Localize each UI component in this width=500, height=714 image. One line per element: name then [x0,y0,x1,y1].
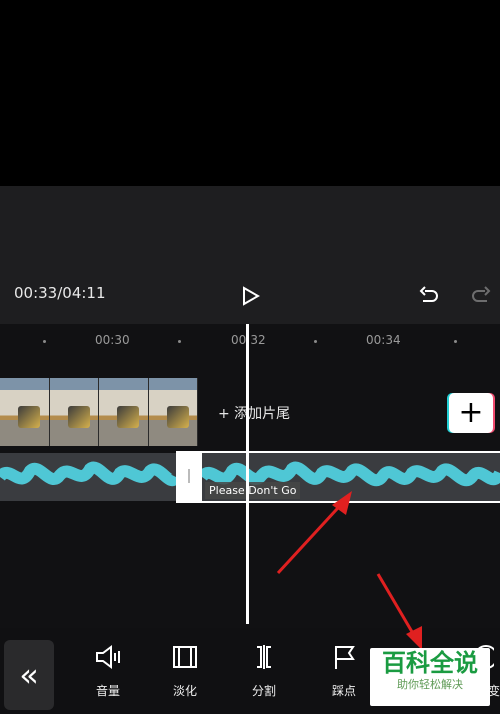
fade-icon [173,646,197,668]
beat-icon [335,646,355,669]
back-button[interactable]: « [4,640,54,710]
playhead[interactable] [246,324,249,624]
video-thumbnail [148,378,198,446]
tool-fade[interactable]: 淡化 [155,642,215,699]
ruler-label: 00:34 [366,333,401,347]
video-thumbnail [99,378,149,446]
watermark-subtitle: 助你轻松解决 [397,678,463,691]
tool-volume[interactable]: 音量 [78,642,138,699]
playback-controls: 00:33/04:11 [0,186,500,324]
tool-label: 踩点 [331,684,356,698]
video-preview[interactable] [0,0,500,186]
red-arrow-icon [276,491,352,575]
video-thumbnail [0,378,50,446]
tool-label: 音量 [95,684,120,698]
ruler-label: 00:30 [95,333,130,347]
red-arrow-icon [376,573,422,650]
undo-icon[interactable] [416,284,440,308]
ruler-dot [43,340,46,343]
video-clip[interactable] [0,378,198,446]
play-icon[interactable] [238,284,262,308]
trim-handle[interactable] [176,451,202,503]
redo-icon[interactable] [470,284,494,308]
watermark-logo: 百科全说 助你轻松解决 [370,648,490,706]
ruler-dot [178,340,181,343]
video-thumbnail [49,378,99,446]
ruler-dot [314,340,317,343]
tool-beat[interactable]: 踩点 [314,642,374,699]
watermark-title: 百科全说 [382,649,478,677]
volume-icon [96,645,120,669]
tool-label: 淡化 [172,684,197,698]
timecode: 00:33/04:11 [14,284,106,302]
tool-label: 分割 [251,684,276,698]
split-icon [257,645,271,669]
add-clip-button[interactable]: + [449,393,493,433]
time-ruler: 00:30 00:32 00:34 [0,324,500,354]
add-ending-button[interactable]: + 添加片尾 [218,403,290,423]
ruler-dot [454,340,457,343]
tool-split[interactable]: 分割 [234,642,294,699]
